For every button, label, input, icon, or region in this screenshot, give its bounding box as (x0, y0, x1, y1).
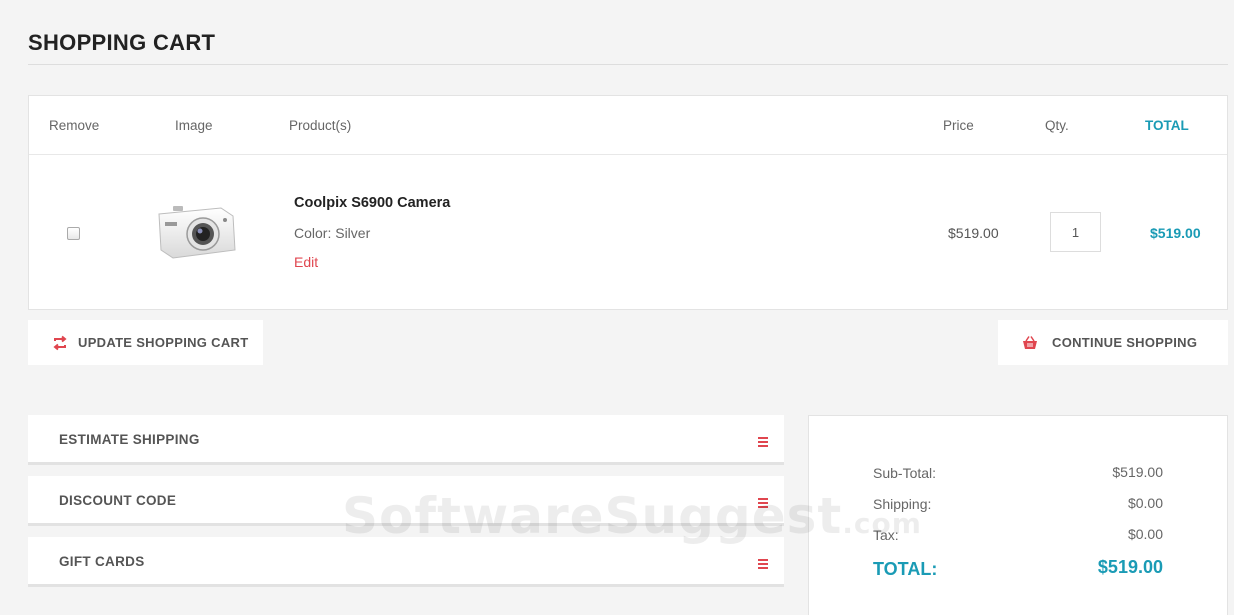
cart-table: Remove Image Product(s) Price Qty. TOTAL (28, 95, 1228, 310)
camera-image (155, 200, 237, 266)
gift-cards-label: GIFT CARDS (59, 554, 145, 569)
row-total: $519.00 (1150, 225, 1201, 241)
menu-icon[interactable] (758, 434, 768, 447)
continue-shopping-label: CONTINUE SHOPPING (1052, 335, 1198, 350)
estimate-shipping-label: ESTIMATE SHIPPING (59, 432, 200, 447)
shipping-label: Shipping: (873, 496, 932, 512)
page-title: SHOPPING CART (28, 30, 216, 55)
refresh-icon (52, 335, 68, 351)
column-image: Image (175, 118, 213, 133)
menu-icon[interactable] (758, 556, 768, 569)
cart-table-header: Remove Image Product(s) Price Qty. TOTAL (29, 96, 1227, 155)
table-row: Coolpix S6900 Camera Color: Silver Edit … (29, 156, 1227, 310)
basket-icon (1022, 335, 1038, 351)
discount-code-label: DISCOUNT CODE (59, 493, 177, 508)
row-price: $519.00 (948, 225, 999, 241)
update-cart-button[interactable]: UPDATE SHOPPING CART (28, 320, 263, 365)
column-total: TOTAL (1145, 118, 1189, 133)
remove-checkbox[interactable] (67, 227, 80, 240)
edit-link[interactable]: Edit (294, 254, 318, 270)
tax-label: Tax: (873, 527, 899, 543)
continue-shopping-button[interactable]: CONTINUE SHOPPING (998, 320, 1228, 365)
gift-cards-panel[interactable]: GIFT CARDS (28, 537, 784, 587)
order-summary: Sub-Total: $519.00 Shipping: $0.00 Tax: … (808, 415, 1228, 615)
estimate-shipping-panel[interactable]: ESTIMATE SHIPPING (28, 415, 784, 465)
shipping-value: $0.00 (1127, 495, 1163, 511)
column-remove: Remove (49, 118, 100, 133)
subtotal-value: $519.00 (1112, 464, 1163, 480)
column-product: Product(s) (289, 118, 352, 133)
tax-value: $0.00 (1127, 526, 1163, 542)
column-price: Price (943, 118, 974, 133)
discount-code-panel[interactable]: DISCOUNT CODE (28, 476, 784, 526)
menu-icon[interactable] (758, 495, 768, 508)
grand-total-value: $519.00 (1097, 557, 1163, 577)
title-divider (28, 64, 1228, 65)
product-name[interactable]: Coolpix S6900 Camera (294, 195, 450, 211)
product-color: Color: Silver (294, 225, 371, 241)
grand-total-label: TOTAL: (873, 559, 938, 579)
column-qty: Qty. (1045, 118, 1069, 133)
subtotal-label: Sub-Total: (873, 465, 937, 481)
update-cart-label: UPDATE SHOPPING CART (78, 335, 249, 350)
quantity-input[interactable] (1050, 212, 1101, 252)
